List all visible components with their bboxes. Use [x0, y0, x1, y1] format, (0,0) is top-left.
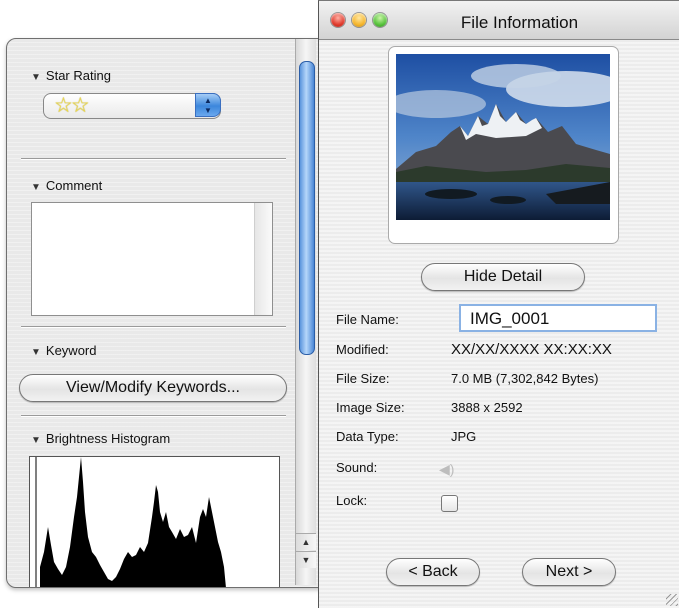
disclosure-triangle-icon[interactable]: ▼ [31, 72, 41, 83]
histogram-header[interactable]: ▼ Brightness Histogram [31, 431, 170, 446]
image-size-label: Image Size: [336, 400, 405, 415]
disclosure-triangle-icon[interactable]: ▼ [31, 182, 41, 193]
histogram-curve [40, 457, 226, 587]
photo-preview [396, 54, 610, 220]
title-bar[interactable]: File Information [319, 1, 679, 40]
comment-label: Comment [45, 178, 103, 193]
drawer-content: ▼ Star Rating ☆☆ ▲ ▼ ▼ Comment ▼ Keyword Vie… [7, 39, 293, 587]
star-rating-popup[interactable]: ☆☆ ▲ ▼ [43, 93, 221, 119]
window-title: File Information [460, 13, 579, 32]
file-name-field[interactable]: IMG_0001 [459, 304, 657, 332]
scrollbar-thumb[interactable] [299, 61, 315, 355]
sound-label: Sound: [336, 460, 378, 475]
brightness-histogram [29, 456, 280, 587]
comment-textarea[interactable] [31, 202, 273, 316]
scroll-down-icon[interactable]: ▼ [296, 551, 316, 568]
info-drawer: ▼ Star Rating ☆☆ ▲ ▼ ▼ Comment ▼ Keyword Vie… [6, 38, 324, 588]
back-button[interactable]: < Back [386, 558, 480, 586]
hide-detail-button[interactable]: Hide Detail [421, 263, 585, 291]
data-type-value: JPG [451, 429, 477, 444]
histogram-label: Brightness Histogram [45, 431, 171, 446]
drawer-scrollbar[interactable]: ▲ ▼ [295, 39, 316, 585]
star-rating-stars: ☆☆ [54, 94, 90, 117]
file-name-label: File Name: [336, 312, 399, 327]
file-information-window: File Information Hide Detail File Name: … [318, 0, 679, 608]
image-size-value: 3888 x 2592 [451, 400, 523, 415]
histogram-graph [35, 457, 226, 587]
disclosure-triangle-icon[interactable]: ▼ [31, 435, 41, 446]
divider [21, 158, 286, 160]
comment-header[interactable]: ▼ Comment [31, 178, 102, 193]
modified-label: Modified: [336, 342, 389, 357]
lock-checkbox[interactable] [441, 495, 458, 512]
popup-arrows-icon[interactable]: ▲ ▼ [195, 93, 221, 117]
view-modify-keywords-button[interactable]: View/Modify Keywords... [19, 374, 287, 402]
divider [21, 326, 286, 328]
lock-label: Lock: [336, 493, 368, 508]
scroll-up-icon[interactable]: ▲ [296, 533, 316, 550]
keyword-header[interactable]: ▼ Keyword [31, 343, 96, 358]
image-preview-frame [388, 46, 619, 244]
star-rating-label: Star Rating [45, 68, 111, 83]
keyword-label: Keyword [45, 343, 97, 358]
file-size-label: File Size: [336, 371, 390, 386]
star-rating-header[interactable]: ▼ Star Rating [31, 68, 111, 83]
disclosure-triangle-icon[interactable]: ▼ [31, 347, 41, 358]
comment-scrollbar[interactable] [254, 203, 272, 315]
speaker-icon[interactable]: ◀) [439, 461, 454, 478]
next-button[interactable]: Next > [522, 558, 616, 586]
modified-value: XX/XX/XXXX XX:XX:XX [451, 341, 612, 358]
file-size-value: 7.0 MB (7,302,842 Bytes) [451, 371, 599, 386]
data-type-label: Data Type: [336, 429, 399, 444]
resize-grip-icon[interactable] [666, 594, 678, 606]
landscape-image [396, 54, 610, 220]
divider [21, 415, 286, 417]
